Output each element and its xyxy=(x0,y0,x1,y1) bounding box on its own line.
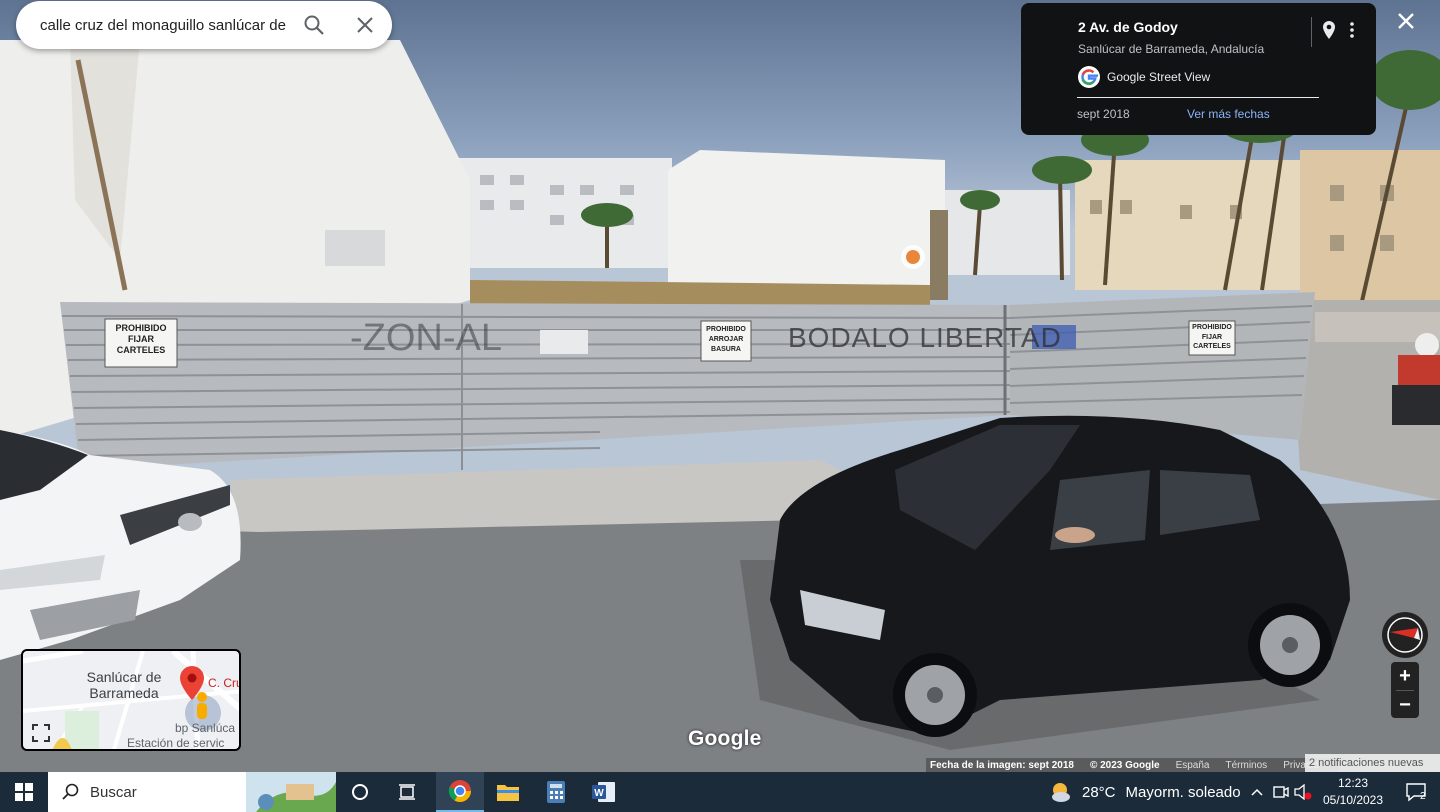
country-link[interactable]: España xyxy=(1176,760,1210,771)
sign-left: PROHIBIDO FIJAR CARTELES xyxy=(105,323,177,356)
capture-date: sept 2018 xyxy=(1077,107,1130,121)
taskbar-word[interactable]: W xyxy=(580,772,628,812)
svg-text:W: W xyxy=(594,788,604,799)
svg-text:-ZON-AL: -ZON-AL xyxy=(350,317,502,359)
address-title: 2 Av. de Godoy xyxy=(1078,19,1178,35)
sign-center: PROHIBIDO ARROJAR BASURA xyxy=(701,325,751,355)
sign-center-line: BASURA xyxy=(711,346,741,353)
sign-center-line: PROHIBIDO xyxy=(706,326,746,333)
start-button[interactable] xyxy=(0,772,48,812)
zoom-out-button[interactable]: − xyxy=(1391,691,1419,719)
google-watermark: Google xyxy=(688,727,762,750)
minimap-street-label: C. Cru xyxy=(208,676,241,690)
compass-button[interactable] xyxy=(1382,612,1428,658)
card-divider xyxy=(1077,97,1319,98)
sign-right-line: CARTELES xyxy=(1193,343,1231,350)
close-street-view-icon[interactable] xyxy=(1393,8,1419,34)
cortana-button[interactable] xyxy=(336,772,384,812)
chrome-icon xyxy=(448,780,471,802)
minimap-poi-sublabel: Estación de servic xyxy=(127,736,225,750)
clear-search-icon[interactable] xyxy=(353,13,377,37)
folder-icon xyxy=(497,785,519,801)
location-pin-icon[interactable] xyxy=(1321,20,1337,40)
clock-date: 05/10/2023 xyxy=(1322,793,1384,807)
graffiti-text: BODALO LIBERTAD xyxy=(788,322,1062,353)
volume-muted-icon xyxy=(1294,784,1312,800)
sign-left-line: CARTELES xyxy=(116,345,166,355)
notification-tooltip: 2 notificaciones nuevas xyxy=(1305,754,1440,772)
more-options-icon[interactable] xyxy=(1344,20,1360,40)
sign-right-line: FIJAR xyxy=(1201,333,1223,341)
zoom-in-button[interactable]: + xyxy=(1391,662,1419,690)
sign-left-line: FIJAR xyxy=(127,334,154,344)
clock-time: 12:23 xyxy=(1337,776,1369,790)
minimap-poi-label: bp Sanlúca xyxy=(175,721,236,735)
white-wall-building xyxy=(668,150,945,300)
search-icon[interactable] xyxy=(302,13,326,37)
google-logo-icon xyxy=(1078,66,1100,88)
more-dates-link[interactable]: Ver más fechas xyxy=(1187,107,1270,121)
weather-widget[interactable]: 28°C Mayorm. soleado xyxy=(1048,772,1241,812)
taskbar-search-label: Buscar xyxy=(90,783,137,801)
taskbar-file-explorer[interactable] xyxy=(484,772,532,812)
word-icon: W xyxy=(592,782,615,802)
sign-right-line: PROHIBIDO xyxy=(1192,324,1232,331)
taskbar-search[interactable]: Buscar xyxy=(48,772,336,812)
search-highlight-illustration-icon xyxy=(246,772,336,812)
location-info-card: 2 Av. de Godoy Sanlúcar de Barrameda, An… xyxy=(1021,3,1376,135)
weather-description: Mayorm. soleado xyxy=(1125,783,1241,801)
weather-temperature: 28°C xyxy=(1082,783,1116,801)
sign-right: PROHIBIDO FIJAR CARTELES xyxy=(1189,323,1235,352)
system-clock[interactable]: 12:23 05/10/2023 xyxy=(1316,775,1390,809)
pegman-icon xyxy=(197,692,207,719)
notification-count: 2 xyxy=(1420,791,1426,802)
windows-logo-icon xyxy=(15,783,33,801)
chevron-up-icon xyxy=(1251,788,1263,796)
zoom-control: + − xyxy=(1391,662,1419,718)
terms-link[interactable]: Términos xyxy=(1226,760,1268,771)
task-view-icon xyxy=(399,784,415,800)
minimap[interactable]: Sanlúcar de Barrameda C. Cru bp Sanlúca … xyxy=(21,649,241,751)
meet-now-button[interactable] xyxy=(1270,772,1292,812)
expand-map-icon[interactable] xyxy=(31,723,51,743)
action-center-button[interactable]: 2 xyxy=(1392,772,1440,812)
sun-cloud-icon xyxy=(1052,783,1070,802)
taskbar-chrome[interactable] xyxy=(436,772,484,812)
taskbar-calculator[interactable] xyxy=(532,772,580,812)
image-date: Fecha de la imagen: sept 2018 xyxy=(930,759,1074,771)
camera-icon xyxy=(1273,786,1289,798)
calculator-icon xyxy=(547,781,565,803)
minimap-city-label: Sanlúcar de Barrameda xyxy=(69,669,179,701)
service-label: Google Street View xyxy=(1107,70,1211,84)
compass-icon xyxy=(1387,617,1423,653)
show-hidden-icons-button[interactable] xyxy=(1244,772,1270,812)
sign-left-line: PROHIBIDO xyxy=(115,323,167,333)
search-input[interactable] xyxy=(40,16,300,34)
footer-attribution: Fecha de la imagen: sept 2018 © 2023 Goo… xyxy=(926,758,1339,772)
address-subtitle: Sanlúcar de Barrameda, Andalucía xyxy=(1078,42,1265,56)
minimap-city-line: Sanlúcar de xyxy=(86,669,162,685)
minimap-city-line: Barrameda xyxy=(89,685,159,701)
cortana-icon xyxy=(352,784,368,800)
taskbar-search-icon xyxy=(62,783,79,800)
search-box xyxy=(16,1,392,49)
card-divider-vertical xyxy=(1311,17,1312,47)
volume-button[interactable] xyxy=(1292,772,1314,812)
task-view-button[interactable] xyxy=(384,772,432,812)
copyright: © 2023 Google xyxy=(1089,759,1160,771)
sign-center-line: ARROJAR xyxy=(708,336,744,343)
street-view-attribution: Google Street View xyxy=(1078,66,1210,88)
windows-taskbar: Buscar W 28°C Mayorm. soleado 12:23 05/1… xyxy=(0,772,1440,812)
